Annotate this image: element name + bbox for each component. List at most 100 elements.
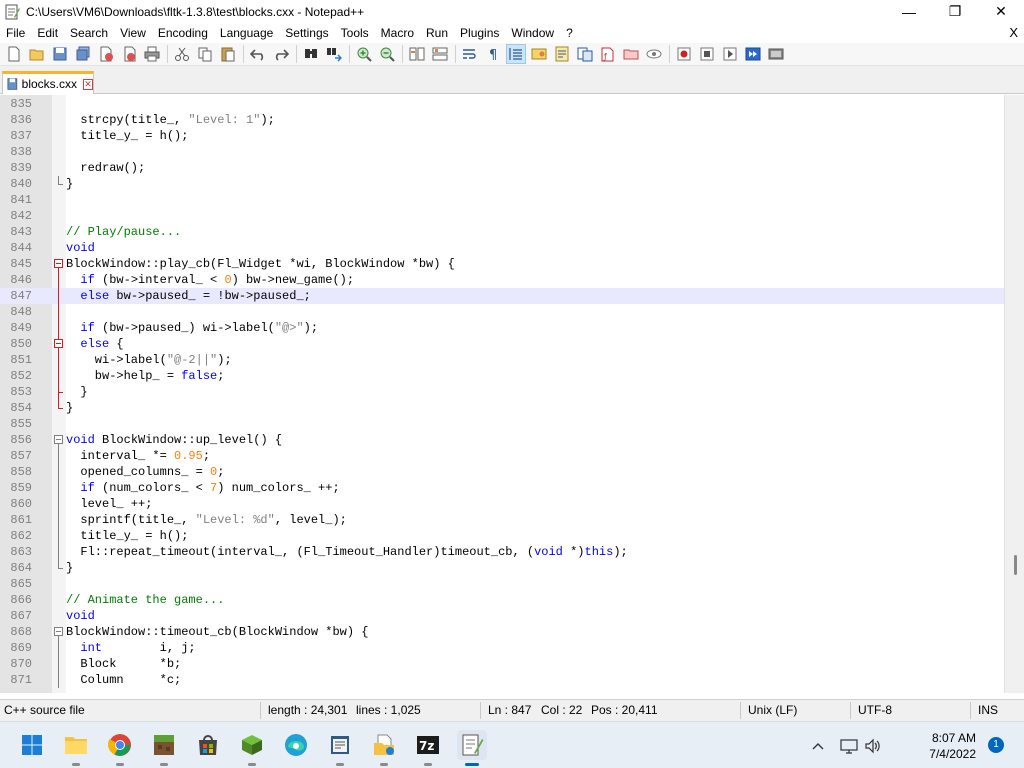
- code-line[interactable]: 865: [0, 576, 1004, 592]
- run-macro-multiple-icon[interactable]: [743, 44, 763, 64]
- show-all-chars-icon[interactable]: ¶: [483, 44, 503, 64]
- paste-icon[interactable]: [218, 44, 238, 64]
- menu-edit[interactable]: Edit: [31, 23, 64, 43]
- open-file-icon[interactable]: [27, 44, 47, 64]
- menu-settings[interactable]: Settings: [279, 23, 334, 43]
- close-icon[interactable]: [96, 44, 116, 64]
- zoom-in-icon[interactable]: [354, 44, 374, 64]
- vertical-scrollbar[interactable]: [1004, 95, 1024, 693]
- close-document-button[interactable]: X: [1009, 23, 1018, 43]
- status-eol-format[interactable]: Unix (LF): [748, 703, 797, 717]
- stop-macro-icon[interactable]: [697, 44, 717, 64]
- code-line[interactable]: 864}: [0, 560, 1004, 576]
- replace-icon[interactable]: [324, 44, 344, 64]
- close-button[interactable]: ✕: [978, 0, 1024, 23]
- code-line[interactable]: 870 Block *b;: [0, 656, 1004, 672]
- menu-help[interactable]: ?: [560, 23, 579, 43]
- code-line[interactable]: 868 BlockWindow::timeout_cb(BlockWindow *…: [0, 624, 1004, 640]
- volume-icon[interactable]: [862, 736, 884, 756]
- code-line[interactable]: 869 int i, j;: [0, 640, 1004, 656]
- code-line[interactable]: 860 level_ ++;: [0, 496, 1004, 512]
- code-line[interactable]: 840}: [0, 176, 1004, 192]
- sync-vertical-icon[interactable]: [407, 44, 427, 64]
- code-line[interactable]: 853 }: [0, 384, 1004, 400]
- code-line[interactable]: 861 sprintf(title_, "Level: %d", level_)…: [0, 512, 1004, 528]
- zoom-out-icon[interactable]: [377, 44, 397, 64]
- close-all-icon[interactable]: [119, 44, 139, 64]
- status-insert-mode[interactable]: INS: [978, 703, 998, 717]
- code-line[interactable]: 856 void BlockWindow::up_level() {: [0, 432, 1004, 448]
- print-icon[interactable]: [142, 44, 162, 64]
- fold-toggle-icon[interactable]: [52, 336, 66, 352]
- clock[interactable]: 8:07 AM 7/4/2022: [929, 730, 976, 762]
- code-line[interactable]: 866 // Animate the game...: [0, 592, 1004, 608]
- menu-window[interactable]: Window: [505, 23, 560, 43]
- code-line[interactable]: 846 if (bw->interval_ < 0) bw->new_game(…: [0, 272, 1004, 288]
- code-line[interactable]: 843 // Play/pause...: [0, 224, 1004, 240]
- network-icon[interactable]: [836, 736, 862, 756]
- code-line[interactable]: 859 if (num_colors_ < 7) num_colors_ ++;: [0, 480, 1004, 496]
- find-icon[interactable]: [301, 44, 321, 64]
- code-line[interactable]: 842: [0, 208, 1004, 224]
- status-encoding[interactable]: UTF-8: [858, 703, 892, 717]
- file-manager-icon[interactable]: [369, 730, 399, 766]
- store-icon[interactable]: [193, 730, 223, 760]
- menu-macro[interactable]: Macro: [375, 23, 420, 43]
- code-line[interactable]: 848: [0, 304, 1004, 320]
- monitoring-icon[interactable]: [644, 44, 664, 64]
- tab-close-icon[interactable]: ✕: [83, 78, 93, 90]
- code-line[interactable]: 849 if (bw->paused_) wi->label("@>");: [0, 320, 1004, 336]
- code-line[interactable]: 847 else bw->paused_ = !bw->paused_;: [0, 288, 1004, 304]
- minecraft-launcher-icon[interactable]: [237, 730, 267, 766]
- code-line[interactable]: 851 wi->label("@-2||");: [0, 352, 1004, 368]
- code-line[interactable]: 858 opened_columns_ = 0;: [0, 464, 1004, 480]
- notepad-plus-plus-icon[interactable]: [457, 730, 487, 766]
- tab-blocks-cxx[interactable]: blocks.cxx ✕: [2, 71, 94, 94]
- code-line[interactable]: 839 redraw();: [0, 160, 1004, 176]
- minimize-button[interactable]: —: [886, 0, 932, 23]
- code-line[interactable]: 838: [0, 144, 1004, 160]
- redo-icon[interactable]: [271, 44, 291, 64]
- code-editor[interactable]: 835 836 strcpy(title_, "Level: 1"); 837 ti…: [0, 95, 1004, 693]
- notification-badge[interactable]: 1: [988, 737, 1004, 753]
- save-icon[interactable]: [50, 44, 70, 64]
- menu-view[interactable]: View: [114, 23, 152, 43]
- minecraft-icon[interactable]: [149, 730, 179, 766]
- chevron-up-icon[interactable]: [808, 736, 828, 756]
- windows-start-icon[interactable]: [17, 730, 47, 760]
- indent-guide-icon[interactable]: [506, 44, 526, 64]
- save-macro-icon[interactable]: [766, 44, 786, 64]
- menu-plugins[interactable]: Plugins: [454, 23, 505, 43]
- code-line[interactable]: 844 void: [0, 240, 1004, 256]
- folder-icon[interactable]: [621, 44, 641, 64]
- code-line[interactable]: 854}: [0, 400, 1004, 416]
- menu-run[interactable]: Run: [420, 23, 454, 43]
- code-line[interactable]: 867 void: [0, 608, 1004, 624]
- menu-language[interactable]: Language: [214, 23, 279, 43]
- notepad-window-icon[interactable]: [325, 730, 355, 766]
- menu-search[interactable]: Search: [64, 23, 114, 43]
- code-line[interactable]: 835: [0, 96, 1004, 112]
- maximize-button[interactable]: ❐: [932, 0, 978, 23]
- menu-encoding[interactable]: Encoding: [152, 23, 214, 43]
- edge-icon[interactable]: [281, 730, 311, 760]
- save-all-icon[interactable]: [73, 44, 93, 64]
- code-line[interactable]: 855: [0, 416, 1004, 432]
- folder-workspace-icon[interactable]: ƒ: [598, 44, 618, 64]
- copy-icon[interactable]: [195, 44, 215, 64]
- record-macro-icon[interactable]: [674, 44, 694, 64]
- code-line[interactable]: 841: [0, 192, 1004, 208]
- fold-toggle-icon[interactable]: [52, 432, 66, 448]
- new-file-icon[interactable]: [4, 44, 24, 64]
- doc-map-icon[interactable]: [552, 44, 572, 64]
- code-line[interactable]: 850 else {: [0, 336, 1004, 352]
- undo-icon[interactable]: [248, 44, 268, 64]
- code-line[interactable]: 857 interval_ *= 0.95;: [0, 448, 1004, 464]
- play-macro-icon[interactable]: [720, 44, 740, 64]
- 7zip-icon[interactable]: 7z: [413, 730, 443, 766]
- sync-horizontal-icon[interactable]: [430, 44, 450, 64]
- code-line[interactable]: 836 strcpy(title_, "Level: 1");: [0, 112, 1004, 128]
- code-line[interactable]: 863 Fl::repeat_timeout(interval_, (Fl_Ti…: [0, 544, 1004, 560]
- code-line[interactable]: 852 bw->help_ = false;: [0, 368, 1004, 384]
- menu-file[interactable]: File: [0, 23, 31, 43]
